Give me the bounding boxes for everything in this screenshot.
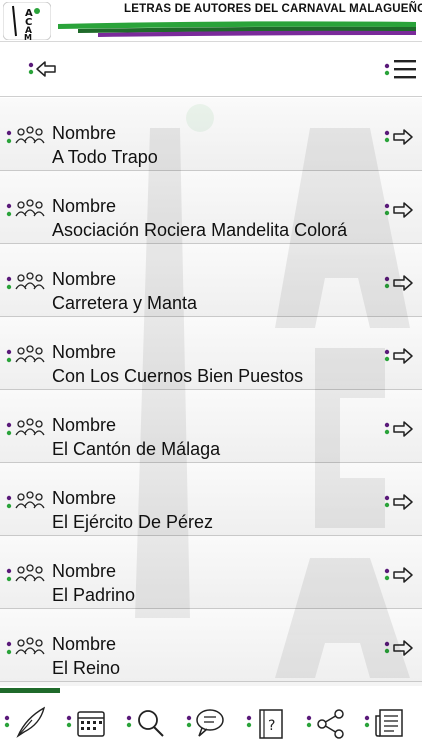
hamburger-menu-icon (384, 60, 416, 79)
list-item-text: Nombre Con Los Cuernos Bien Puestos (52, 340, 382, 389)
list-item[interactable]: Nombre Carretera y Manta (0, 244, 422, 317)
menu-button[interactable] (384, 56, 418, 84)
forward-arrow-icon[interactable] (384, 345, 416, 367)
back-button[interactable] (28, 56, 58, 82)
forward-arrow-icon[interactable] (384, 564, 416, 586)
list-item-text: Nombre El Ejército De Pérez (52, 486, 382, 535)
help-icon: ? (246, 709, 283, 739)
tab-quill[interactable] (4, 702, 50, 742)
bottom-nav: ? (0, 686, 422, 750)
svg-text:?: ? (268, 718, 275, 734)
group-icon (6, 564, 45, 582)
banner-stripes (58, 21, 416, 37)
list-item-label: Nombre (52, 634, 117, 654)
list-item-label: Nombre (52, 415, 117, 435)
forward-arrow-icon[interactable] (384, 491, 416, 513)
list-item-value: El Padrino (52, 585, 136, 605)
list-item[interactable]: Nombre El Padrino (0, 536, 422, 609)
back-arrow-icon (28, 61, 56, 77)
search-icon (126, 710, 164, 737)
tab-calendar[interactable] (66, 702, 112, 742)
list-item-text: Nombre Carretera y Manta (52, 267, 382, 316)
acam-logo: A C A M (3, 2, 51, 40)
tab-news[interactable] (364, 702, 410, 742)
header-banner: A C A M LETRAS DE AUTORES DEL CARNAVAL M… (0, 0, 422, 42)
tab-search[interactable] (126, 702, 172, 742)
list-item-value: Asociación Rociera Mandelita Colorá (52, 220, 348, 240)
list-item-label: Nombre (52, 342, 117, 362)
group-icon (6, 491, 45, 509)
list-item-text: Nombre Asociación Rociera Mandelita Colo… (52, 194, 382, 243)
chat-icon (186, 709, 224, 737)
svg-text:M: M (24, 33, 32, 40)
list-item-text: Nombre El Cantón de Málaga (52, 413, 382, 462)
group-icon (6, 418, 45, 436)
list-item-label: Nombre (52, 123, 117, 143)
list-item[interactable]: Nombre Asociación Rociera Mandelita Colo… (0, 171, 422, 244)
forward-arrow-icon[interactable] (384, 272, 416, 294)
tab-chat[interactable] (186, 702, 232, 742)
group-icon (6, 272, 45, 290)
list-item[interactable]: Nombre El Reino (0, 609, 422, 682)
list-item-text: Nombre El Padrino (52, 559, 382, 608)
grupos-list: Nombre A Todo Trapo Nombre Asociación Ro… (0, 98, 422, 686)
list-item-value: Con Los Cuernos Bien Puestos (52, 366, 304, 386)
list-item[interactable]: Nombre Con Los Cuernos Bien Puestos (0, 317, 422, 390)
list-item-text: Nombre A Todo Trapo (52, 121, 382, 170)
calendar-icon (66, 711, 105, 737)
list-item-label: Nombre (52, 561, 117, 581)
list-item-label: Nombre (52, 488, 117, 508)
group-icon (6, 199, 45, 217)
list-item-value: El Reino (52, 658, 121, 678)
list-item-value: El Ejército De Pérez (52, 512, 214, 532)
forward-arrow-icon[interactable] (384, 418, 416, 440)
list-item[interactable]: Nombre El Ejército De Pérez (0, 463, 422, 536)
list-item-value: El Cantón de Málaga (52, 439, 221, 459)
list-item-text: Nombre El Reino (52, 632, 382, 681)
list-item-value: Carretera y Manta (52, 293, 198, 313)
group-icon (6, 637, 45, 655)
group-icon (6, 345, 45, 363)
list-item[interactable]: Nombre A Todo Trapo (0, 98, 422, 171)
group-icon (6, 126, 45, 144)
tab-help[interactable]: ? (246, 702, 292, 742)
forward-arrow-icon[interactable] (384, 126, 416, 148)
toolbar (0, 43, 422, 97)
quill-icon (4, 706, 46, 738)
list-item-label: Nombre (52, 269, 117, 289)
list-item-value: A Todo Trapo (52, 147, 158, 167)
accent-stripes (0, 688, 60, 693)
tab-share[interactable] (306, 702, 352, 742)
forward-arrow-icon[interactable] (384, 199, 416, 221)
list-item-label: Nombre (52, 196, 117, 216)
share-icon (306, 709, 344, 739)
news-icon (364, 709, 403, 737)
list-item[interactable]: Nombre El Cantón de Málaga (0, 390, 422, 463)
banner-title: LETRAS DE AUTORES DEL CARNAVAL MALAGUEÑO (124, 3, 422, 15)
forward-arrow-icon[interactable] (384, 637, 416, 659)
